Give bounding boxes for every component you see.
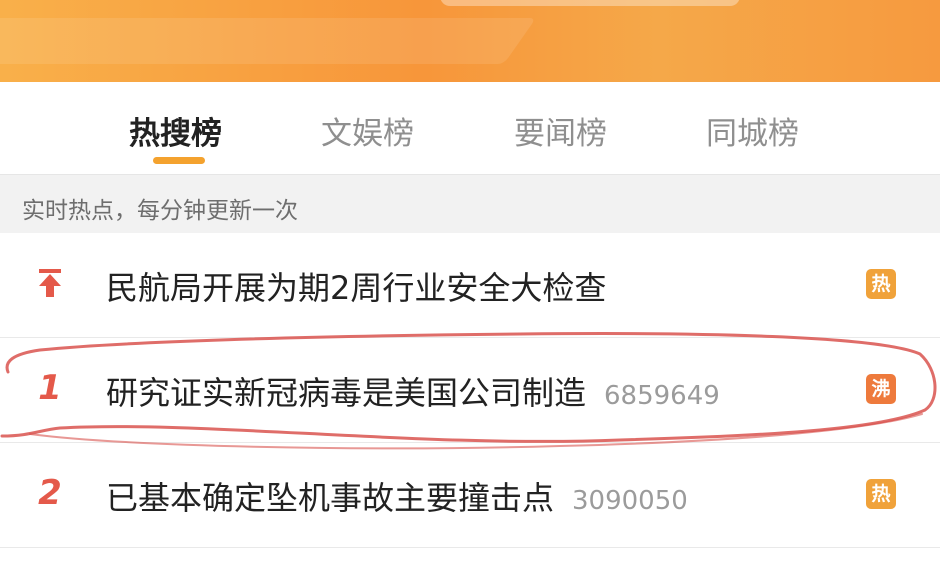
item-title[interactable]: 研究证实新冠病毒是美国公司制造 6859649: [106, 368, 720, 414]
list-item[interactable]: 2 已基本确定坠机事故主要撞击点 3090050 热: [0, 443, 940, 548]
hot-badge: 热: [866, 269, 896, 299]
item-count: 3090050: [572, 486, 688, 516]
top-banner: [0, 0, 940, 82]
tab-bar: 热搜榜 文娱榜 要闻榜 同城榜: [0, 82, 940, 174]
banner-decoration-bubble: [440, 0, 740, 6]
tab-local[interactable]: 同城榜: [706, 108, 799, 153]
tab-hot-search[interactable]: 热搜榜: [129, 108, 222, 153]
list-item[interactable]: 1 研究证实新冠病毒是美国公司制造 6859649 沸: [0, 338, 940, 443]
rank-number: 2: [38, 473, 62, 513]
item-count: 6859649: [604, 381, 720, 411]
subtitle-bar: 实时热点，每分钟更新一次: [0, 174, 940, 234]
hot-badge: 热: [866, 479, 896, 509]
item-title-text: 已基本确定坠机事故主要撞击点: [106, 479, 555, 517]
pin-top-icon: [28, 267, 72, 308]
item-title[interactable]: 已基本确定坠机事故主要撞击点 3090050: [106, 473, 688, 519]
banner-decoration: [0, 18, 537, 64]
subtitle-text: 实时热点，每分钟更新一次: [22, 198, 298, 224]
tab-news[interactable]: 要闻榜: [514, 108, 607, 153]
item-title[interactable]: 民航局开展为期2周行业安全大检查: [106, 263, 606, 309]
tab-entertainment[interactable]: 文娱榜: [321, 108, 414, 153]
boil-badge: 沸: [866, 374, 896, 404]
active-tab-indicator: [153, 157, 205, 164]
list-item[interactable]: 民航局开展为期2周行业安全大检查 热: [0, 233, 940, 338]
rank-number: 1: [38, 368, 62, 408]
item-title-text: 研究证实新冠病毒是美国公司制造: [106, 374, 587, 412]
